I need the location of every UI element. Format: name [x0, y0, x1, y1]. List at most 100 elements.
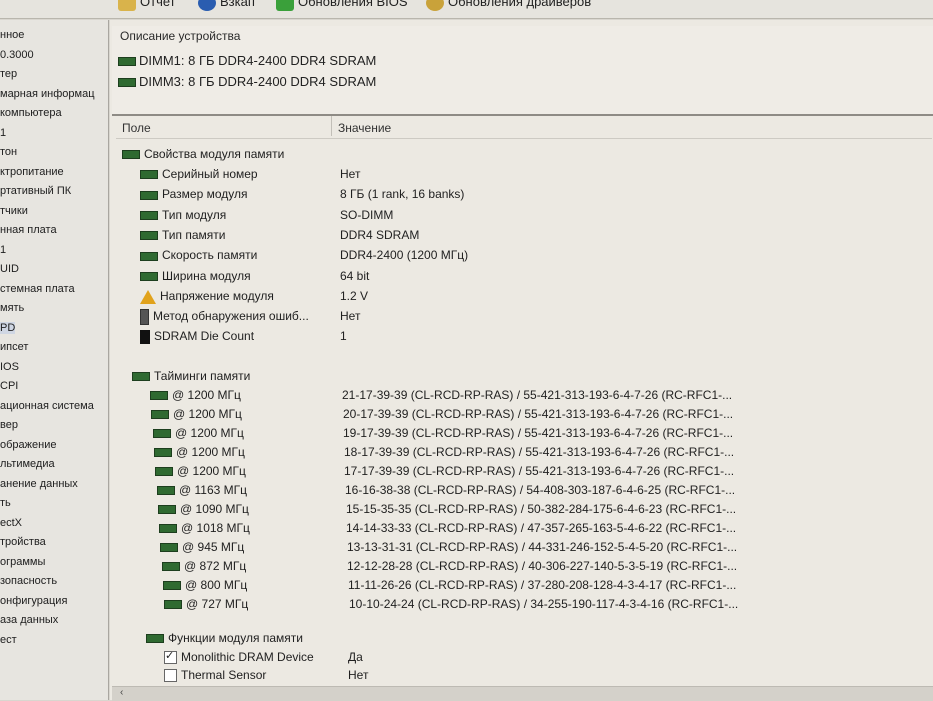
row-value: DDR4 SDRAM	[340, 227, 420, 242]
property-row[interactable]: Тип памяти	[140, 228, 225, 242]
sidebar-item[interactable]: CPI	[0, 380, 18, 392]
timing-row[interactable]: @ 1200 МГц	[154, 445, 245, 459]
device-item-dimm1[interactable]: DIMM1: 8 ГБ DDR4-2400 DDR4 SDRAM	[118, 53, 376, 68]
toolbar-web-button[interactable]: Взкап	[198, 0, 255, 11]
timing-row[interactable]: @ 1090 МГц	[158, 502, 249, 516]
sidebar-item[interactable]: ть	[0, 497, 11, 509]
sidebar-item[interactable]: нная плата	[0, 224, 57, 236]
row-value: 19-17-39-39 (CL-RCD-RP-RAS) / 55-421-313…	[343, 426, 734, 440]
row-label: Серийный номер	[162, 167, 258, 181]
memory-chip-icon	[132, 372, 150, 382]
row-value: Нет	[340, 309, 361, 324]
row-label: @ 945 МГц	[182, 540, 245, 554]
group-header-properties[interactable]: Свойства модуля памяти	[122, 147, 284, 161]
sidebar-item[interactable]: ображение	[0, 439, 56, 451]
sidebar-item[interactable]: тчики	[0, 205, 28, 217]
property-row[interactable]: Серийный номер	[140, 167, 258, 181]
row-label: Ширина модуля	[162, 268, 251, 283]
column-header-field[interactable]: Поле	[122, 121, 151, 135]
timing-row[interactable]: @ 1163 МГц	[157, 483, 247, 497]
device-item-dimm3[interactable]: DIMM3: 8 ГБ DDR4-2400 DDR4 SDRAM	[118, 74, 376, 89]
timing-row[interactable]: @ 872 МГц	[162, 559, 246, 573]
toolbar-report-button[interactable]: Отчет	[118, 0, 176, 11]
row-label: Размер модуля	[162, 187, 248, 202]
checkbox-icon	[164, 669, 177, 683]
toolbar-driver-update-button[interactable]: Обновления драйверов	[426, 0, 591, 11]
sidebar-item[interactable]: ест	[0, 634, 17, 646]
sidebar-item[interactable]: IOS	[0, 361, 19, 373]
group-header-features[interactable]: Функции модуля памяти	[146, 631, 303, 645]
sidebar-item[interactable]: зопасность	[0, 575, 57, 587]
timing-row[interactable]: @ 1200 МГц	[150, 388, 241, 402]
memory-chip-icon	[158, 505, 176, 515]
sidebar-item[interactable]: UID	[0, 263, 19, 275]
row-value: 1.2 V	[340, 288, 369, 303]
sidebar-item[interactable]: вер	[0, 419, 18, 431]
column-divider[interactable]	[331, 116, 332, 136]
timing-row[interactable]: @ 1200 МГц	[153, 426, 244, 440]
row-label: Напряжение модуля	[160, 288, 274, 303]
sidebar-item[interactable]: ационная система	[0, 400, 94, 412]
timing-row[interactable]: @ 1200 МГц	[151, 407, 242, 421]
timing-row[interactable]: @ 945 МГц	[160, 540, 244, 554]
sidebar-item[interactable]: льтимедиа	[0, 458, 55, 470]
sidebar-item[interactable]: тер	[0, 68, 17, 80]
toolbar-bios-update-button[interactable]: Обновления BIOS	[276, 0, 408, 11]
sidebar-item[interactable]: анение данных	[0, 478, 78, 490]
property-row[interactable]: Напряжение модуля	[140, 289, 274, 304]
row-label: Monolithic DRAM Device	[181, 650, 314, 664]
property-row[interactable]: SDRAM Die Count	[140, 329, 254, 345]
column-header-value[interactable]: Значение	[338, 121, 391, 135]
sidebar-item[interactable]: мять	[0, 302, 24, 314]
row-label: @ 1163 МГц	[179, 483, 248, 497]
row-label: Тип памяти	[162, 227, 226, 242]
device-description-title: Описание устройства	[120, 29, 241, 43]
memory-chip-icon	[140, 251, 158, 261]
timing-row[interactable]: @ 1200 МГц	[155, 464, 246, 478]
timing-row[interactable]: @ 1018 МГц	[159, 521, 250, 535]
horizontal-scrollbar[interactable]: ‹	[112, 686, 933, 701]
memory-chip-icon	[159, 524, 177, 534]
feature-row[interactable]: Thermal Sensor	[164, 668, 266, 683]
sidebar-item[interactable]: аза данных	[0, 614, 58, 626]
memory-chip-icon	[163, 581, 181, 591]
row-label: @ 727 МГц	[186, 597, 249, 611]
property-row[interactable]: Метод обнаружения ошиб...	[140, 309, 309, 326]
sidebar-item[interactable]: тройства	[0, 536, 46, 548]
toolbar-driver-label: Обновления драйверов	[448, 0, 592, 9]
row-value: 17-17-39-39 (CL-RCD-RP-RAS) / 55-421-313…	[344, 464, 735, 478]
warning-icon	[140, 289, 156, 304]
memory-chip-icon	[140, 170, 158, 180]
update-icon	[276, 0, 294, 11]
property-row[interactable]: Скорость памяти	[140, 248, 257, 262]
sidebar-item[interactable]: тон	[0, 146, 17, 158]
sidebar-item[interactable]: нное	[0, 29, 24, 41]
row-label: @ 1200 МГц	[175, 426, 244, 440]
search-icon	[426, 0, 444, 11]
sidebar-item[interactable]: ктропитание	[0, 166, 64, 178]
sidebar-item[interactable]: стемная плата	[0, 283, 75, 295]
sidebar-item[interactable]: 1	[0, 127, 6, 139]
sidebar-item[interactable]: ectX	[0, 517, 22, 529]
sidebar-item[interactable]: компьютера	[0, 107, 62, 119]
property-row[interactable]: Ширина модуля	[140, 269, 251, 283]
sidebar-item[interactable]: ртативный ПК	[0, 185, 71, 197]
sidebar-item[interactable]: марная информац	[0, 88, 95, 100]
sidebar-item[interactable]: ипсет	[0, 341, 28, 353]
sidebar-item[interactable]: ограммы	[0, 556, 45, 568]
group-header-timings[interactable]: Тайминги памяти	[132, 369, 250, 383]
row-label: @ 1200 МГц	[176, 445, 245, 459]
memory-chip-icon	[155, 467, 173, 477]
sidebar-item[interactable]: онфигурация	[0, 595, 67, 607]
timing-row[interactable]: @ 800 МГц	[163, 578, 247, 592]
row-value: 1	[340, 329, 347, 344]
property-row[interactable]: Размер модуля	[140, 187, 247, 201]
sidebar-item[interactable]: 0.3000	[0, 49, 34, 61]
sidebar-item[interactable]: 1	[0, 244, 6, 256]
row-value: SO-DIMM	[340, 207, 394, 222]
sidebar-item[interactable]: PD	[0, 321, 16, 334]
scroll-left-arrow-icon[interactable]: ‹	[120, 687, 123, 698]
feature-row[interactable]: Monolithic DRAM Device	[164, 649, 314, 665]
timing-row[interactable]: @ 727 МГц	[164, 597, 248, 611]
property-row[interactable]: Тип модуля	[140, 208, 226, 222]
